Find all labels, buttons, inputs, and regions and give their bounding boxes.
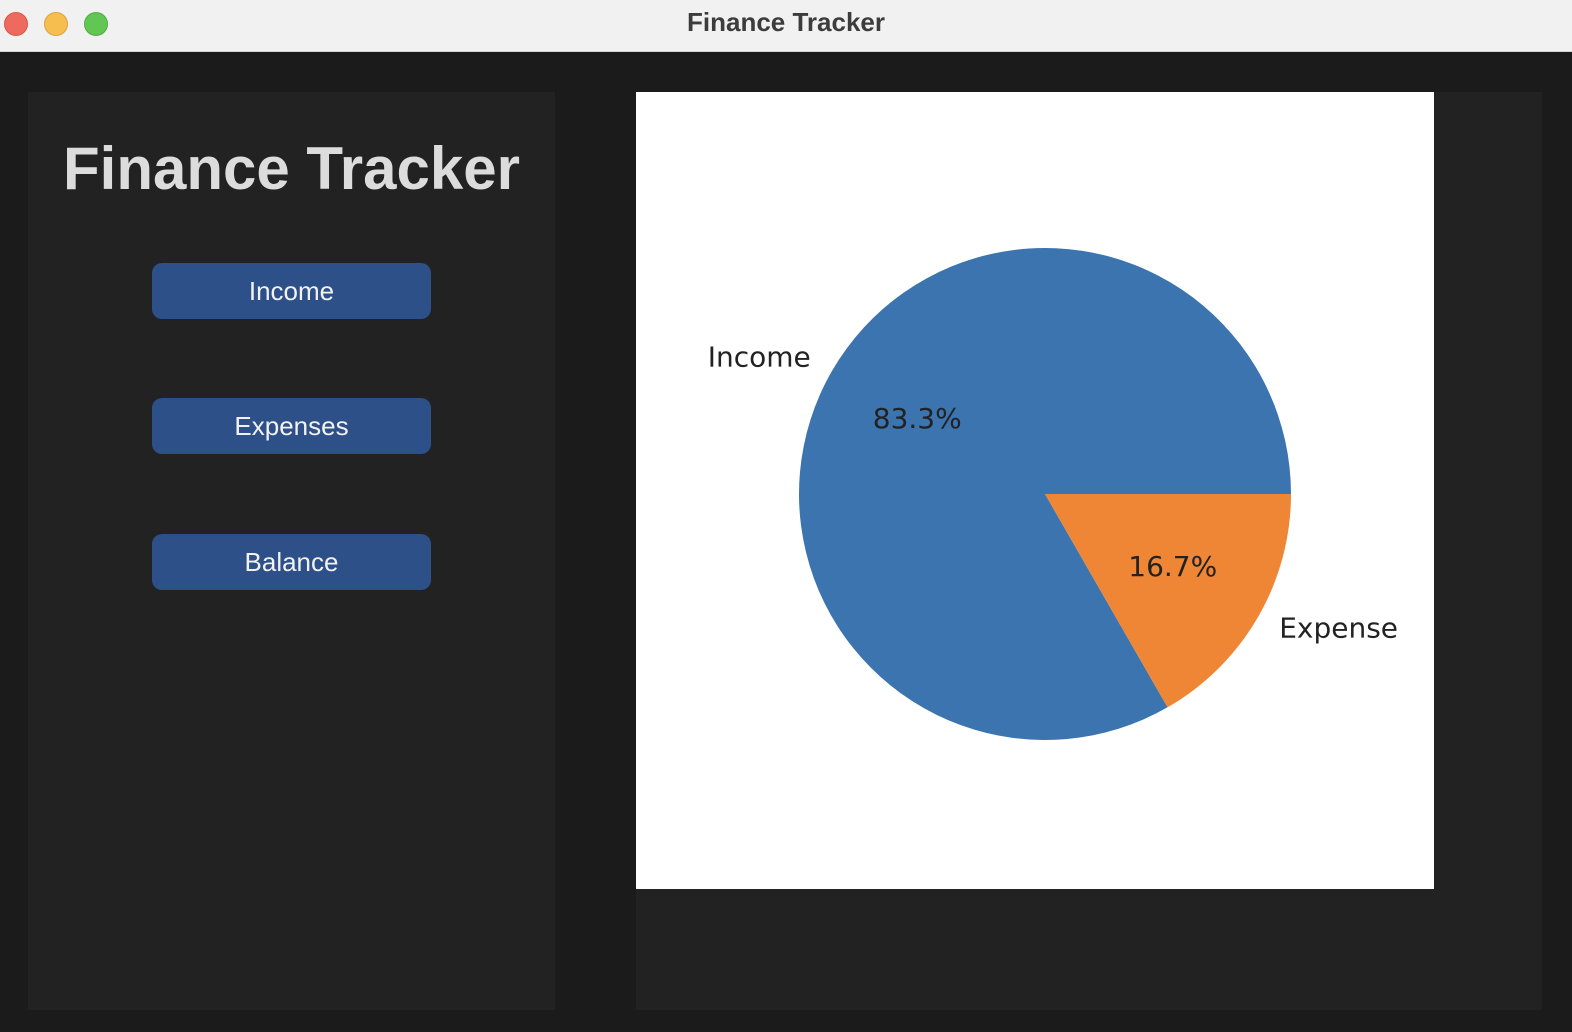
app-content: Finance Tracker Income Expenses Balance …: [0, 52, 1572, 1032]
pie-category-label-expense: Expense: [1279, 612, 1398, 645]
chart-canvas: 83.3% Income 16.7% Expense: [636, 92, 1434, 889]
app-title: Finance Tracker: [63, 135, 520, 202]
pie-category-label-income: Income: [708, 340, 811, 373]
window-titlebar: Finance Tracker: [0, 0, 1572, 52]
window-title: Finance Tracker: [687, 7, 885, 37]
chart-panel: 83.3% Income 16.7% Expense: [636, 92, 1542, 1010]
balance-button[interactable]: Balance: [152, 534, 431, 590]
pie-percent-label-income: 83.3%: [873, 402, 962, 435]
expenses-button[interactable]: Expenses: [152, 398, 431, 454]
sidebar: Finance Tracker Income Expenses Balance: [28, 92, 555, 1010]
pie-chart: 83.3% Income 16.7% Expense: [708, 247, 1398, 741]
income-button[interactable]: Income: [152, 263, 431, 319]
pie-percent-label-expense: 16.7%: [1128, 550, 1217, 583]
